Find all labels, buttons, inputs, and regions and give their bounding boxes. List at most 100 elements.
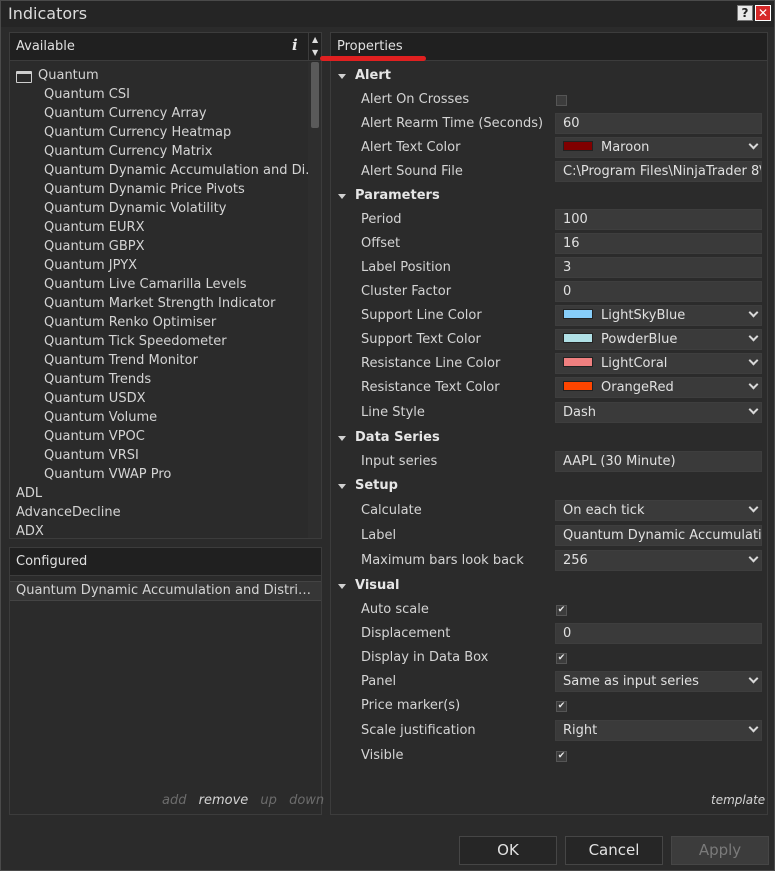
tree-item[interactable]: Quantum Dynamic Price Pivots <box>44 182 245 201</box>
prop-value: Dash <box>563 405 596 420</box>
properties-title: Properties <box>337 39 403 54</box>
template-link[interactable]: template <box>711 793 765 807</box>
tree-item[interactable]: Quantum Currency Heatmap <box>44 125 231 144</box>
prop-checkbox-visible[interactable]: ✔ <box>556 751 567 762</box>
prop-field-support-text-color[interactable]: PowderBlue <box>555 329 762 350</box>
caret-down-icon[interactable] <box>338 584 346 589</box>
tree-folder-quantum[interactable]: Quantum <box>38 68 99 87</box>
prop-label-alert-rearm-time-seconds: Alert Rearm Time (Seconds) <box>361 116 544 131</box>
tree-item[interactable]: Quantum EURX <box>44 220 144 239</box>
tree-item[interactable]: Quantum Renko Optimiser <box>44 315 216 334</box>
down-link[interactable]: down <box>289 793 324 808</box>
prop-field-period[interactable]: 100 <box>555 209 762 230</box>
checkmark-icon: ✔ <box>557 653 566 663</box>
prop-label-input-series: Input series <box>361 454 438 469</box>
folder-icon <box>16 71 32 83</box>
arrow-down-icon[interactable]: ▼ <box>312 48 318 57</box>
ok-button[interactable]: OK <box>459 836 557 865</box>
close-icon[interactable]: ✕ <box>755 5 771 21</box>
arrow-up-icon[interactable]: ▲ <box>312 35 318 44</box>
prop-field-label-position[interactable]: 3 <box>555 257 762 278</box>
remove-link[interactable]: remove <box>199 793 249 808</box>
prop-label-resistance-line-color: Resistance Line Color <box>361 356 501 371</box>
prop-field-scale-justification[interactable]: Right <box>555 720 762 741</box>
configured-title: Configured <box>16 554 88 569</box>
properties-header: Properties <box>320 33 767 61</box>
prop-field-input-series[interactable]: AAPL (30 Minute) <box>555 451 762 472</box>
tree-item[interactable]: Quantum JPYX <box>44 258 137 277</box>
tree-item[interactable]: Quantum Currency Array <box>44 106 207 125</box>
tree-item[interactable]: Quantum Tick Speedometer <box>44 334 227 353</box>
tree-item[interactable]: Quantum Dynamic Accumulation and Di... <box>44 163 308 182</box>
prop-field-panel[interactable]: Same as input series <box>555 671 762 692</box>
apply-button[interactable]: Apply <box>671 836 769 865</box>
tree-item[interactable]: Quantum VWAP Pro <box>44 467 171 486</box>
prop-field-support-line-color[interactable]: LightSkyBlue <box>555 305 762 326</box>
tree-item[interactable]: Quantum Volume <box>44 410 157 429</box>
prop-value: PowderBlue <box>601 332 678 347</box>
chevron-down-icon[interactable] <box>748 139 759 150</box>
tree-item[interactable]: ADL <box>16 486 42 505</box>
info-icon[interactable]: i <box>292 36 298 54</box>
chevron-down-icon[interactable] <box>748 331 759 342</box>
scrollbar-thumb[interactable] <box>311 62 319 128</box>
tree-item[interactable]: Quantum Dynamic Volatility <box>44 201 226 220</box>
tree-item[interactable]: Quantum CSI <box>44 87 130 106</box>
tree-item[interactable]: ADX <box>16 524 44 538</box>
caret-down-icon[interactable] <box>338 74 346 79</box>
help-icon[interactable]: ? <box>737 5 753 21</box>
tree-item[interactable]: Quantum Trends <box>44 372 151 391</box>
available-scrollbar[interactable] <box>308 62 321 538</box>
chevron-down-icon[interactable] <box>748 552 759 563</box>
tree-item[interactable]: Quantum GBPX <box>44 239 145 258</box>
prop-field-maximum-bars-look-back[interactable]: 256 <box>555 550 762 571</box>
caret-down-icon[interactable] <box>338 436 346 441</box>
prop-field-displacement[interactable]: 0 <box>555 623 762 644</box>
prop-field-calculate[interactable]: On each tick <box>555 500 762 521</box>
up-link[interactable]: up <box>260 793 277 808</box>
tree-item[interactable]: Quantum Market Strength Indicator <box>44 296 275 315</box>
prop-label-support-text-color: Support Text Color <box>361 332 481 347</box>
prop-field-cluster-factor[interactable]: 0 <box>555 281 762 302</box>
chevron-down-icon[interactable] <box>748 404 759 415</box>
chevron-down-icon[interactable] <box>748 307 759 318</box>
tree-item[interactable]: Quantum VRSI <box>44 448 139 467</box>
tree-item[interactable]: Quantum Currency Matrix <box>44 144 212 163</box>
chevron-down-icon[interactable] <box>748 379 759 390</box>
prop-field-alert-text-color[interactable]: Maroon <box>555 137 762 158</box>
caret-down-icon[interactable] <box>338 484 346 489</box>
chevron-down-icon[interactable] <box>748 502 759 513</box>
tree-item[interactable]: AdvanceDecline <box>16 505 121 524</box>
category-label: Visual <box>355 578 400 593</box>
prop-value: 100 <box>563 212 588 227</box>
prop-field-offset[interactable]: 16 <box>555 233 762 254</box>
prop-label-support-line-color: Support Line Color <box>361 308 482 323</box>
category-label: Setup <box>355 478 398 493</box>
prop-checkbox-alert-on-crosses[interactable] <box>556 95 567 106</box>
prop-field-resistance-line-color[interactable]: LightCoral <box>555 353 762 374</box>
prop-field-alert-sound-file[interactable]: C:\Program Files\NinjaTrader 8\sounds\Al… <box>555 161 762 182</box>
tree-item[interactable]: Quantum Trend Monitor <box>44 353 198 372</box>
prop-checkbox-display-in-data-box[interactable]: ✔ <box>556 653 567 664</box>
add-link[interactable]: add <box>162 793 186 808</box>
prop-checkbox-price-marker-s[interactable]: ✔ <box>556 701 567 712</box>
prop-label-period: Period <box>361 212 402 227</box>
chevron-down-icon[interactable] <box>748 722 759 733</box>
chevron-down-icon[interactable] <box>748 673 759 684</box>
prop-field-line-style[interactable]: Dash <box>555 402 762 423</box>
tree-item[interactable]: Quantum USDX <box>44 391 146 410</box>
indicators-window: Indicators ? ✕ Available i ▲ ▼ Quantum Q… <box>0 0 775 871</box>
prop-field-resistance-text-color[interactable]: OrangeRed <box>555 377 762 398</box>
tree-item[interactable]: Quantum Live Camarilla Levels <box>44 277 247 296</box>
prop-field-alert-rearm-time-seconds[interactable]: 60 <box>555 113 762 134</box>
configured-item[interactable]: Quantum Dynamic Accumulation and Distrib… <box>10 581 321 601</box>
prop-field-label[interactable]: Quantum Dynamic Accumulation and Distrib… <box>555 525 762 546</box>
prop-value: LightCoral <box>601 356 668 371</box>
category-label: Data Series <box>355 430 440 445</box>
tree-item[interactable]: Quantum VPOC <box>44 429 145 448</box>
window-title: Indicators <box>8 4 88 23</box>
caret-down-icon[interactable] <box>338 194 346 199</box>
prop-checkbox-auto-scale[interactable]: ✔ <box>556 605 567 616</box>
chevron-down-icon[interactable] <box>748 355 759 366</box>
cancel-button[interactable]: Cancel <box>565 836 663 865</box>
